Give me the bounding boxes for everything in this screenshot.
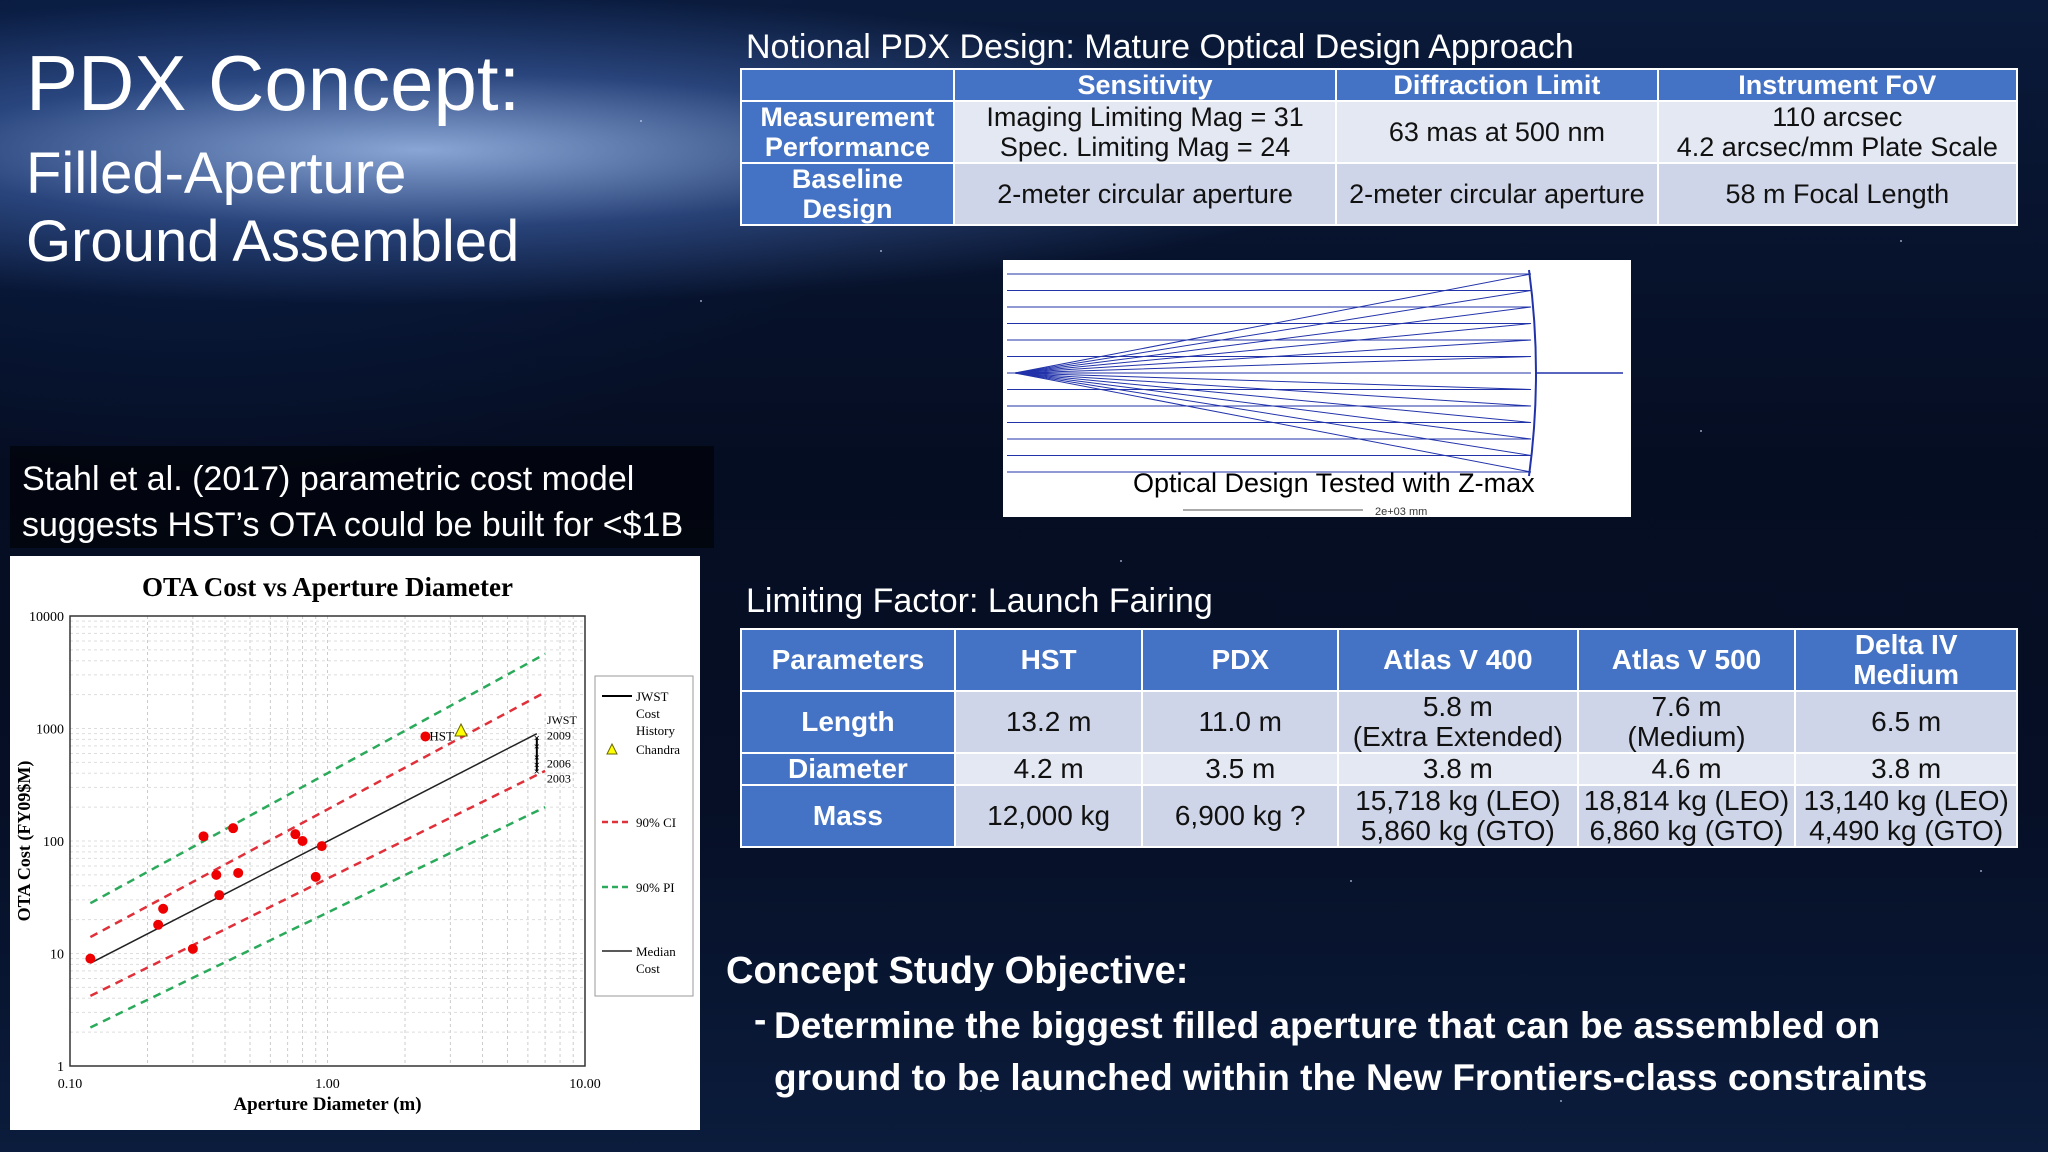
- x-tick-label: 10.00: [569, 1077, 601, 1092]
- fairing-cell: 4.2 m: [953, 752, 1144, 786]
- fairing-cell: 13,140 kg (LEO) 4,490 kg (GTO): [1794, 784, 2018, 848]
- design-col-fov: Instrument FoV: [1656, 68, 2019, 102]
- subtitle-line-1: Filled-Aperture: [26, 141, 407, 206]
- cost-chart-svg: OTA Cost vs Aperture Diameter 0.10 1.00 10.…: [14, 572, 694, 1115]
- legend-label: 90% CI: [636, 815, 676, 830]
- fairing-cell: 7.6 m (Medium): [1576, 690, 1797, 754]
- x-tick-label: 0.10: [58, 1077, 83, 1092]
- fairing-cell: 6.5 m: [1794, 690, 2018, 754]
- data-point: [214, 890, 225, 901]
- year-label: 2006: [547, 757, 571, 771]
- y-tick-label: 100: [43, 835, 64, 850]
- y-axis-label: OTA Cost (FY09$M): [14, 761, 35, 922]
- design-cell: 2-meter circular aperture: [952, 162, 1338, 226]
- objective-heading: Concept Study Objective:: [726, 950, 1189, 992]
- y-tick-label: 1000: [36, 723, 64, 738]
- fairing-row-label: Length: [740, 690, 956, 754]
- fairing-col-atlas400: Atlas V 400: [1337, 628, 1579, 692]
- design-table-heading: Notional PDX Design: Mature Optical Desi…: [746, 28, 1574, 66]
- fairing-cell: 12,000 kg: [953, 784, 1144, 848]
- fairing-cell: 3.5 m: [1141, 752, 1340, 786]
- fairing-cell: 18,814 kg (LEO) 6,860 kg (GTO): [1576, 784, 1797, 848]
- objective-text: Determine the biggest filled aperture th…: [774, 1005, 1928, 1098]
- fairing-row-label: Diameter: [740, 752, 956, 786]
- fairing-cell: 3.8 m: [1337, 752, 1579, 786]
- y-tick-label: 1: [57, 1060, 64, 1075]
- year-label: 2003: [547, 772, 571, 786]
- cost-chart: OTA Cost vs Aperture Diameter 0.10 1.00 10.…: [10, 556, 700, 1130]
- y-tick-label: 10000: [29, 610, 64, 625]
- fairing-cell: 3.8 m: [1794, 752, 2018, 786]
- objective-bullet: - Determine the biggest filled aperture …: [754, 999, 2014, 1104]
- jwst-label: JWST: [547, 713, 578, 727]
- year-label: 2009: [547, 728, 571, 742]
- bullet-dash: -: [754, 999, 767, 1040]
- design-cell: 58 m Focal Length: [1656, 162, 2019, 226]
- data-point: [310, 871, 321, 882]
- fairing-col-atlas500: Atlas V 500: [1576, 628, 1797, 692]
- design-table: Sensitivity Diffraction Limit Instrument…: [740, 68, 2019, 226]
- fairing-cell: 11.0 m: [1141, 690, 1340, 754]
- fairing-cell: 5.8 m (Extra Extended): [1337, 690, 1579, 754]
- legend-label: JWST: [636, 689, 669, 704]
- ci-lower-line: [89, 769, 546, 998]
- data-point: [316, 841, 327, 852]
- fairing-cell: 15,718 kg (LEO) 5,860 kg (GTO): [1337, 784, 1579, 848]
- legend-label: History: [636, 723, 676, 738]
- slide-title: PDX Concept:: [26, 39, 521, 127]
- design-cell: 110 arcsec 4.2 arcsec/mm Plate Scale: [1656, 100, 2019, 164]
- ray: [1007, 372, 1532, 423]
- ray: [1007, 290, 1532, 374]
- fairing-cell: 13.2 m: [953, 690, 1144, 754]
- fairing-table: Parameters HST PDX Atlas V 400 Atlas V 5…: [740, 628, 2018, 848]
- optical-design-figure: 2e+03 mm Optical Design Tested with Z-ma…: [1003, 260, 1631, 518]
- design-cell: 2-meter circular aperture: [1335, 162, 1659, 226]
- ray: [1007, 323, 1532, 374]
- y-tick-label: 10: [50, 948, 64, 963]
- data-point: [233, 867, 244, 878]
- data-point: [158, 903, 169, 914]
- design-col-diffraction: Diffraction Limit: [1335, 68, 1659, 102]
- fairing-col-hst: HST: [953, 628, 1144, 692]
- data-point: [153, 919, 164, 930]
- fairing-cell: 4.6 m: [1576, 752, 1797, 786]
- legend-label: Cost: [636, 706, 660, 721]
- data-point: [187, 943, 198, 954]
- legend-label: Cost: [636, 961, 660, 976]
- pi-lower-line: [89, 806, 546, 1029]
- fairing-row-label: Mass: [740, 784, 956, 848]
- design-row-label: Measurement Performance: [740, 100, 955, 164]
- design-cell: Imaging Limiting Mag = 31 Spec. Limiting…: [952, 100, 1338, 164]
- hst-label: HST: [429, 728, 454, 743]
- data-point: [85, 953, 96, 964]
- design-cell: 63 mas at 500 nm: [1335, 100, 1659, 164]
- legend-label: Median: [636, 944, 676, 959]
- fairing-col-parameters: Parameters: [740, 628, 956, 692]
- chandra-marker: [454, 722, 468, 737]
- legend-label: 90% PI: [636, 880, 675, 895]
- data-point: [198, 831, 209, 842]
- ray: [1007, 372, 1532, 456]
- design-col-sensitivity: Sensitivity: [952, 68, 1338, 102]
- data-point: [211, 869, 222, 880]
- design-col-0: [740, 68, 955, 102]
- fairing-table-heading: Limiting Factor: Launch Fairing: [746, 582, 1213, 620]
- legend-label: Chandra: [636, 742, 680, 757]
- subtitle-line-2: Ground Assembled: [26, 209, 520, 274]
- fairing-col-pdx: PDX: [1141, 628, 1340, 692]
- data-point: [297, 836, 308, 846]
- fairing-cell: 6,900 kg ?: [1141, 784, 1340, 848]
- slide-subtitle: Filled-Aperture Ground Assembled: [26, 140, 519, 276]
- scale-label: 2e+03 mm: [1375, 506, 1427, 517]
- x-tick-label: 1.00: [315, 1077, 340, 1092]
- fairing-col-delta: Delta IV Medium: [1794, 628, 2018, 692]
- chart-title: OTA Cost vs Aperture Diameter: [142, 572, 513, 602]
- data-point: [228, 823, 239, 834]
- design-row-label: Baseline Design: [740, 162, 955, 226]
- optical-caption: Optical Design Tested with Z-max: [1133, 468, 1535, 498]
- x-axis-label: Aperture Diameter (m): [233, 1094, 421, 1115]
- cost-model-statement: Stahl et al. (2017) parametric cost mode…: [10, 446, 714, 548]
- jwst-marker: ×: [534, 766, 540, 778]
